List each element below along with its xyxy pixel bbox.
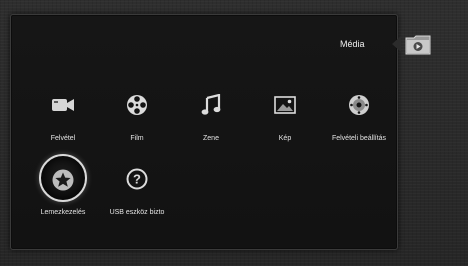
menu-item-label: Film xyxy=(130,135,144,142)
menu-item-recording[interactable]: Felvétel xyxy=(30,86,96,156)
film-reel-icon xyxy=(120,88,154,122)
menu-item-label: Felvételi beállítás xyxy=(331,135,387,142)
camcorder-icon xyxy=(46,88,80,122)
menu-item-music[interactable]: Zene xyxy=(178,86,244,156)
menu-item-picture[interactable]: Kép xyxy=(252,86,318,156)
section-title: Média xyxy=(340,39,365,49)
menu-item-label: Lemezkezelés xyxy=(40,209,86,216)
media-folder-icon[interactable] xyxy=(405,33,431,57)
menu-item-film[interactable]: Film xyxy=(104,86,170,156)
svg-text:?: ? xyxy=(133,172,141,187)
menu-item-record-settings[interactable]: Felvételi beállítás xyxy=(326,86,392,156)
menu-item-usb-safe-remove[interactable]: ? USB eszköz bizto xyxy=(104,160,170,230)
section-tab-pointer xyxy=(392,36,401,52)
picture-icon xyxy=(268,88,302,122)
star-icon xyxy=(46,163,80,197)
menu-item-label: Felvétel xyxy=(50,135,76,142)
menu-item-disk-management[interactable]: Lemezkezelés xyxy=(30,154,96,230)
menu-item-label: USB eszköz bizto xyxy=(109,209,165,216)
question-icon: ? xyxy=(120,162,154,196)
menu-item-label: Zene xyxy=(203,135,219,142)
disc-settings-icon xyxy=(342,88,376,122)
menu-item-label: Kép xyxy=(278,135,292,142)
music-note-icon xyxy=(194,88,228,122)
